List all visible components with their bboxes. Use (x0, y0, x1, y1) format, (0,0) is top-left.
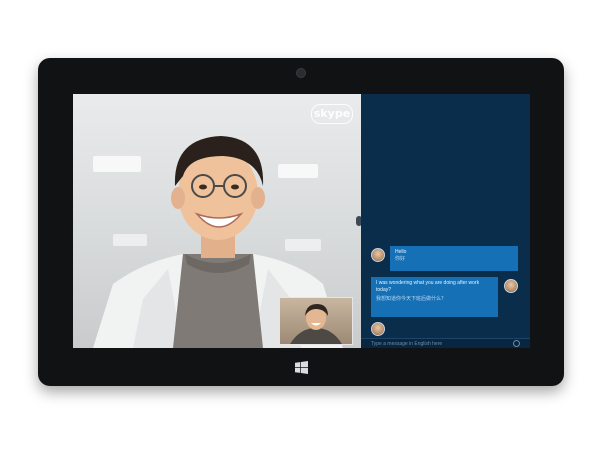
message-input-bar (361, 338, 530, 348)
message-text: Hello (395, 249, 407, 255)
message-text: I was wondering what you are doing after… (376, 280, 480, 293)
screen: skype Hello 你好 I was wondering what you … (73, 94, 530, 348)
smiley-icon[interactable] (513, 340, 520, 347)
message-bubble-local[interactable]: I was wondering what you are doing after… (371, 277, 498, 317)
local-avatar (504, 279, 518, 293)
remote-avatar (371, 248, 385, 262)
tablet-device: skype Hello 你好 I was wondering what you … (38, 58, 564, 386)
self-view-video[interactable] (279, 297, 353, 345)
windows-logo-icon[interactable] (295, 361, 308, 374)
chat-panel: Hello 你好 I was wondering what you are do… (361, 94, 530, 348)
front-camera (296, 68, 306, 78)
message-translation: 你好 (395, 256, 406, 262)
self-person (290, 304, 342, 344)
message-translation: 我想知道你今天下班后做什么？ (376, 296, 447, 302)
message-input[interactable] (371, 340, 501, 348)
remote-avatar (371, 322, 385, 336)
message-bubble-remote[interactable]: Hello 你好 (390, 246, 518, 271)
skype-logo: skype (311, 104, 353, 124)
remote-video: skype (73, 94, 361, 348)
